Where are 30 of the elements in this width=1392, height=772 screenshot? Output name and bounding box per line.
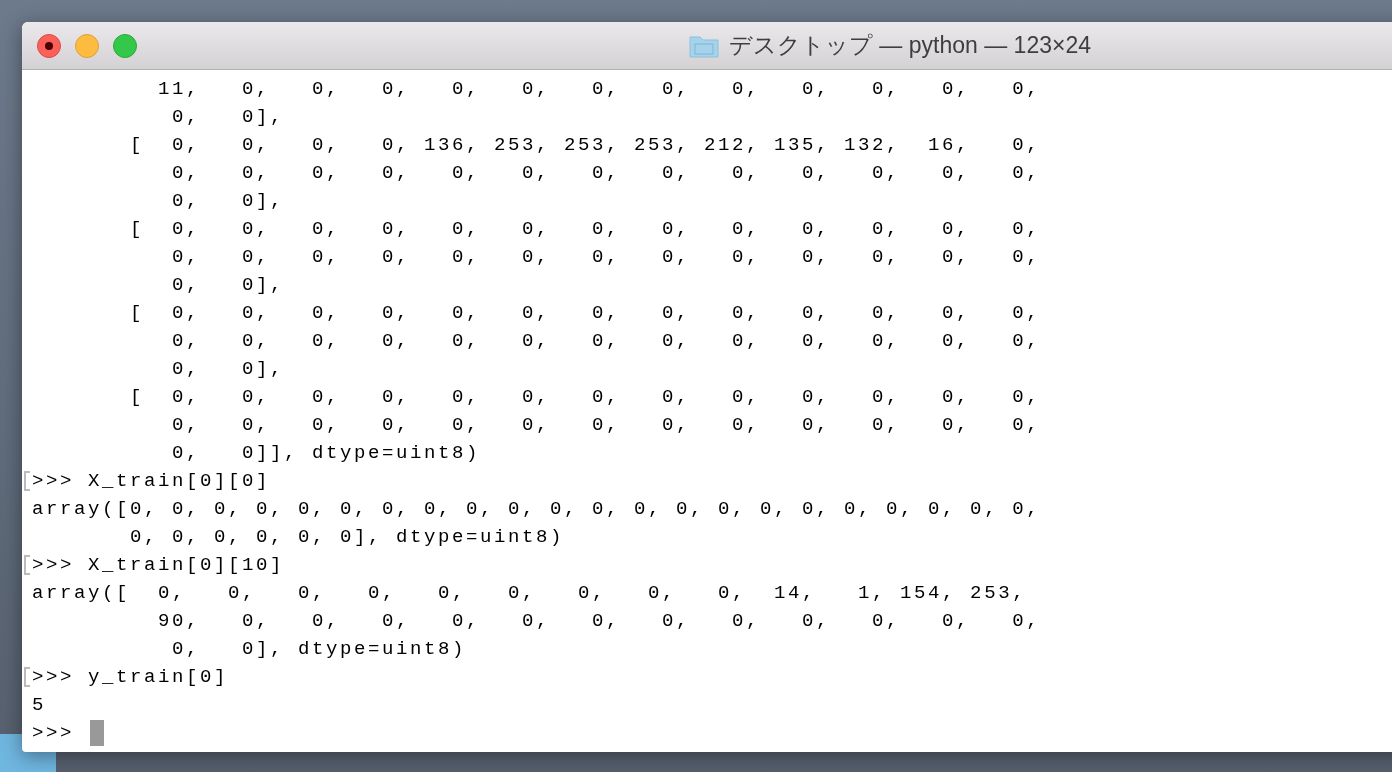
output-line: 0, 0, 0, 0, 0, 0, 0, 0, 0, 0, 0, 0, 0, [171,162,1041,184]
output-line: 0, 0, 0, 0, 0, 0, 0, 0, 0, 0, 0, 0, 0, [171,330,1041,352]
prompt-line: >>> [32,722,74,744]
prompt-line: >>> X_train[0][0] [32,470,271,492]
output-line: 0, 0, 0, 0, 0, 0, 0, 0, 0, 0, 0, 0, 0, [171,246,1041,268]
output-line: [ 0, 0, 0, 0, 136, 253, 253, 253, 212, 135, 132, 16, 0, [129,134,1041,156]
output-line: [ 0, 0, 0, 0, 0, 0, 0, 0, 0, 0, 0, 0, 0, [129,218,1041,240]
output-line: 90, 0, 0, 0, 0, 0, 0, 0, 0, 0, 0, 0, 0, [157,610,1041,632]
close-button[interactable] [37,33,61,58]
window-title: デスクトップ — python — 123×24 [729,31,1091,60]
minimize-button[interactable] [75,33,99,58]
output-line: 5 [32,694,46,716]
output-line: [ 0, 0, 0, 0, 0, 0, 0, 0, 0, 0, 0, 0, 0, [129,302,1041,324]
output-line: 0, 0, 0, 0, 0, 0], dtype=uint8) [129,526,565,548]
prompt-line: >>> X_train[0][10] [32,554,285,576]
output-line: 0, 0, 0, 0, 0, 0, 0, 0, 0, 0, 0, 0, 0, [171,414,1041,436]
output-line: [ 0, 0, 0, 0, 0, 0, 0, 0, 0, 0, 0, 0, 0, [129,386,1041,408]
output-line: array([0, 0, 0, 0, 0, 0, 0, 0, 0, 0, 0, 0, 0, 0, 0, 0, 0, 0, 0, 0, 0, 0, [32,498,1041,520]
output-line: 0, 0], dtype=uint8) [171,638,467,660]
folder-icon [689,33,719,58]
output-line: 0, 0], [171,274,285,296]
output-line: 0, 0]], dtype=uint8) [171,442,481,464]
output-line: 0, 0], [171,106,285,128]
output-line: 0, 0], [171,358,285,380]
output-line: 11, 0, 0, 0, 0, 0, 0, 0, 0, 0, 0, 0, 0, [157,78,1041,100]
output-line: 0, 0], [171,190,285,212]
text-cursor [90,720,104,746]
output-line: array([ 0, 0, 0, 0, 0, 0, 0, 0, 0, 14, 1, 154, 253, [32,582,1027,604]
prompt-line: >>> y_train[0] [32,666,229,688]
zoom-button[interactable] [113,33,137,58]
